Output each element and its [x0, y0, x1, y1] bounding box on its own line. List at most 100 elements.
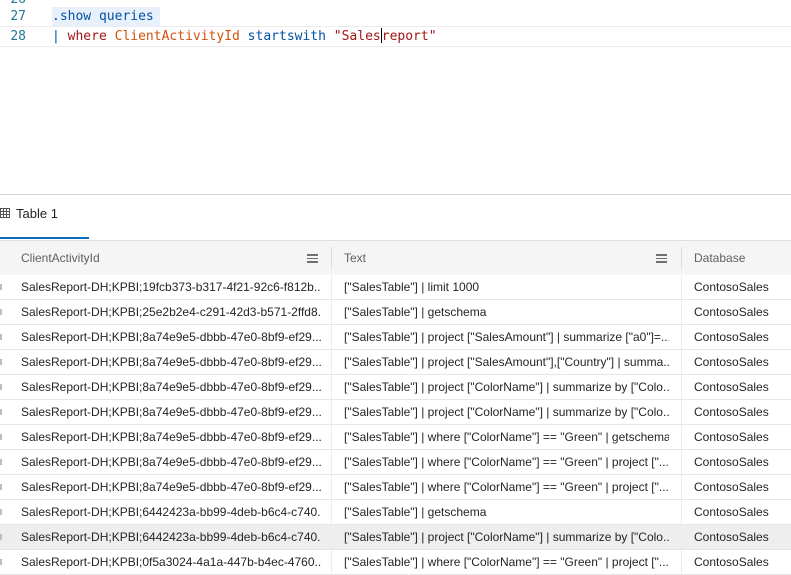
cell-text[interactable]: ["SalesTable"] | project ["ColorName"] |… — [344, 400, 669, 424]
cell-clientactivityid[interactable]: SalesReport-DH;KPBI;8a74e9e5-dbbb-47e0-8… — [21, 450, 321, 474]
code-token: startswith — [239, 29, 334, 44]
tab-label: Table 1 — [16, 206, 58, 221]
column-divider — [331, 275, 332, 299]
column-divider — [681, 425, 682, 449]
cell-database[interactable]: ContosoSales — [694, 500, 791, 524]
cell-text[interactable]: ["SalesTable"] | project ["ColorName"] |… — [344, 375, 669, 399]
table-row[interactable]: SalesReport-DH;KPBI;8a74e9e5-dbbb-47e0-8… — [0, 350, 791, 375]
row-expand-handle[interactable] — [0, 384, 2, 390]
cell-database[interactable]: ContosoSales — [694, 475, 791, 499]
column-resize-handle[interactable] — [331, 247, 332, 269]
row-expand-handle[interactable] — [0, 309, 2, 315]
column-divider — [331, 325, 332, 349]
cell-text[interactable]: ["SalesTable"] | project ["SalesAmount"]… — [344, 325, 669, 349]
cell-clientactivityid[interactable]: SalesReport-DH;KPBI;8a74e9e5-dbbb-47e0-8… — [21, 425, 321, 449]
cell-database[interactable]: ContosoSales — [694, 450, 791, 474]
cell-text[interactable]: ["SalesTable"] | project ["SalesAmount"]… — [344, 350, 669, 374]
cell-text[interactable]: ["SalesTable"] | where ["ColorName"] == … — [344, 475, 669, 499]
column-divider — [331, 450, 332, 474]
column-header-text[interactable]: Text — [344, 241, 366, 275]
table-row[interactable]: SalesReport-DH;KPBI;6442423a-bb99-4deb-b… — [0, 525, 791, 550]
cell-clientactivityid[interactable]: SalesReport-DH;KPBI;0f5a3024-4a1a-447b-b… — [21, 550, 321, 574]
row-expand-handle[interactable] — [0, 434, 2, 440]
column-divider — [681, 475, 682, 499]
cell-clientactivityid[interactable]: SalesReport-DH;KPBI;8a74e9e5-dbbb-47e0-8… — [21, 350, 321, 374]
cell-text[interactable]: ["SalesTable"] | getschema — [344, 500, 669, 524]
column-divider — [331, 475, 332, 499]
cell-database[interactable]: ContosoSales — [694, 325, 791, 349]
column-menu-icon[interactable] — [656, 254, 667, 263]
table-row[interactable]: SalesReport-DH;KPBI;0f5a3024-4a1a-447b-b… — [0, 550, 791, 575]
column-divider — [681, 500, 682, 524]
cell-text[interactable]: ["SalesTable"] | where ["ColorName"] == … — [344, 450, 669, 474]
column-divider — [331, 400, 332, 424]
line-number: 27 — [10, 9, 26, 24]
cell-database[interactable]: ContosoSales — [694, 350, 791, 374]
row-expand-handle[interactable] — [0, 284, 2, 290]
editor-line-27[interactable]: 27 .show queries — [0, 7, 791, 26]
table-row[interactable]: SalesReport-DH;KPBI;25e2b2e4-c291-42d3-b… — [0, 300, 791, 325]
editor-line-28[interactable]: 28 | where ClientActivityId startswith "… — [0, 26, 791, 47]
column-resize-handle[interactable] — [681, 247, 682, 269]
column-header-database[interactable]: Database — [694, 241, 745, 275]
cell-text[interactable]: ["SalesTable"] | getschema — [344, 300, 669, 324]
column-header-clientactivityid[interactable]: ClientActivityId — [21, 241, 100, 275]
table-row[interactable]: SalesReport-DH;KPBI;19fcb373-b317-4f21-9… — [0, 275, 791, 300]
row-expand-handle[interactable] — [0, 359, 2, 365]
table-row[interactable]: SalesReport-DH;KPBI;8a74e9e5-dbbb-47e0-8… — [0, 400, 791, 425]
table-row[interactable]: SalesReport-DH;KPBI;8a74e9e5-dbbb-47e0-8… — [0, 450, 791, 475]
cell-clientactivityid[interactable]: SalesReport-DH;KPBI;8a74e9e5-dbbb-47e0-8… — [21, 325, 321, 349]
cell-text[interactable]: ["SalesTable"] | where ["ColorName"] == … — [344, 550, 669, 574]
table-row[interactable]: SalesReport-DH;KPBI;8a74e9e5-dbbb-47e0-8… — [0, 475, 791, 500]
cell-clientactivityid[interactable]: SalesReport-DH;KPBI;6442423a-bb99-4deb-b… — [21, 500, 321, 524]
table-row[interactable]: SalesReport-DH;KPBI;8a74e9e5-dbbb-47e0-8… — [0, 375, 791, 400]
column-divider — [681, 550, 682, 574]
table-row[interactable]: SalesReport-DH;KPBI;8a74e9e5-dbbb-47e0-8… — [0, 425, 791, 450]
column-divider — [681, 525, 682, 549]
column-divider — [681, 400, 682, 424]
table-row[interactable]: SalesReport-DH;KPBI;8a74e9e5-dbbb-47e0-8… — [0, 325, 791, 350]
code-token: where — [67, 29, 107, 44]
cell-database[interactable]: ContosoSales — [694, 525, 791, 549]
code-text[interactable]: | where ClientActivityId startswith "Sal… — [52, 27, 437, 46]
row-expand-handle[interactable] — [0, 509, 2, 515]
code-token: report" — [381, 29, 437, 44]
row-expand-handle[interactable] — [0, 459, 2, 465]
code-text[interactable]: .show queries — [52, 7, 160, 26]
grid-header: ClientActivityId Text Database — [0, 240, 791, 276]
row-expand-handle[interactable] — [0, 334, 2, 340]
column-menu-icon[interactable] — [307, 254, 318, 263]
cell-clientactivityid[interactable]: SalesReport-DH;KPBI;8a74e9e5-dbbb-47e0-8… — [21, 475, 321, 499]
table-grid-icon — [0, 208, 10, 218]
column-divider — [331, 525, 332, 549]
cell-text[interactable]: ["SalesTable"] | where ["ColorName"] == … — [344, 425, 669, 449]
table-row[interactable]: SalesReport-DH;KPBI;6442423a-bb99-4deb-b… — [0, 500, 791, 525]
cell-database[interactable]: ContosoSales — [694, 300, 791, 324]
cell-clientactivityid[interactable]: SalesReport-DH;KPBI;8a74e9e5-dbbb-47e0-8… — [21, 375, 321, 399]
column-divider — [681, 325, 682, 349]
cell-clientactivityid[interactable]: SalesReport-DH;KPBI;19fcb373-b317-4f21-9… — [21, 275, 321, 299]
column-divider — [331, 550, 332, 574]
row-expand-handle[interactable] — [0, 559, 2, 565]
cell-clientactivityid[interactable]: SalesReport-DH;KPBI;8a74e9e5-dbbb-47e0-8… — [21, 400, 321, 424]
cell-text[interactable]: ["SalesTable"] | project ["ColorName"] |… — [344, 525, 669, 549]
column-divider — [681, 375, 682, 399]
row-expand-handle[interactable] — [0, 484, 2, 490]
column-divider — [331, 500, 332, 524]
row-expand-handle[interactable] — [0, 409, 2, 415]
column-divider — [681, 275, 682, 299]
cell-clientactivityid[interactable]: SalesReport-DH;KPBI;6442423a-bb99-4deb-b… — [21, 525, 321, 549]
cell-database[interactable]: ContosoSales — [694, 375, 791, 399]
tab-table-1[interactable]: Table 1 — [0, 195, 89, 239]
cell-text[interactable]: ["SalesTable"] | limit 1000 — [344, 275, 669, 299]
query-editor[interactable]: 26 27 .show queries 28 | where ClientAct… — [0, 0, 791, 194]
code-token: ClientActivityId — [114, 29, 240, 44]
cell-database[interactable]: ContosoSales — [694, 550, 791, 574]
cell-database[interactable]: ContosoSales — [694, 275, 791, 299]
cell-database[interactable]: ContosoSales — [694, 425, 791, 449]
row-expand-handle[interactable] — [0, 534, 2, 540]
cell-clientactivityid[interactable]: SalesReport-DH;KPBI;25e2b2e4-c291-42d3-b… — [21, 300, 321, 324]
column-divider — [331, 350, 332, 374]
cell-database[interactable]: ContosoSales — [694, 400, 791, 424]
code-token: "Sales — [333, 29, 381, 44]
